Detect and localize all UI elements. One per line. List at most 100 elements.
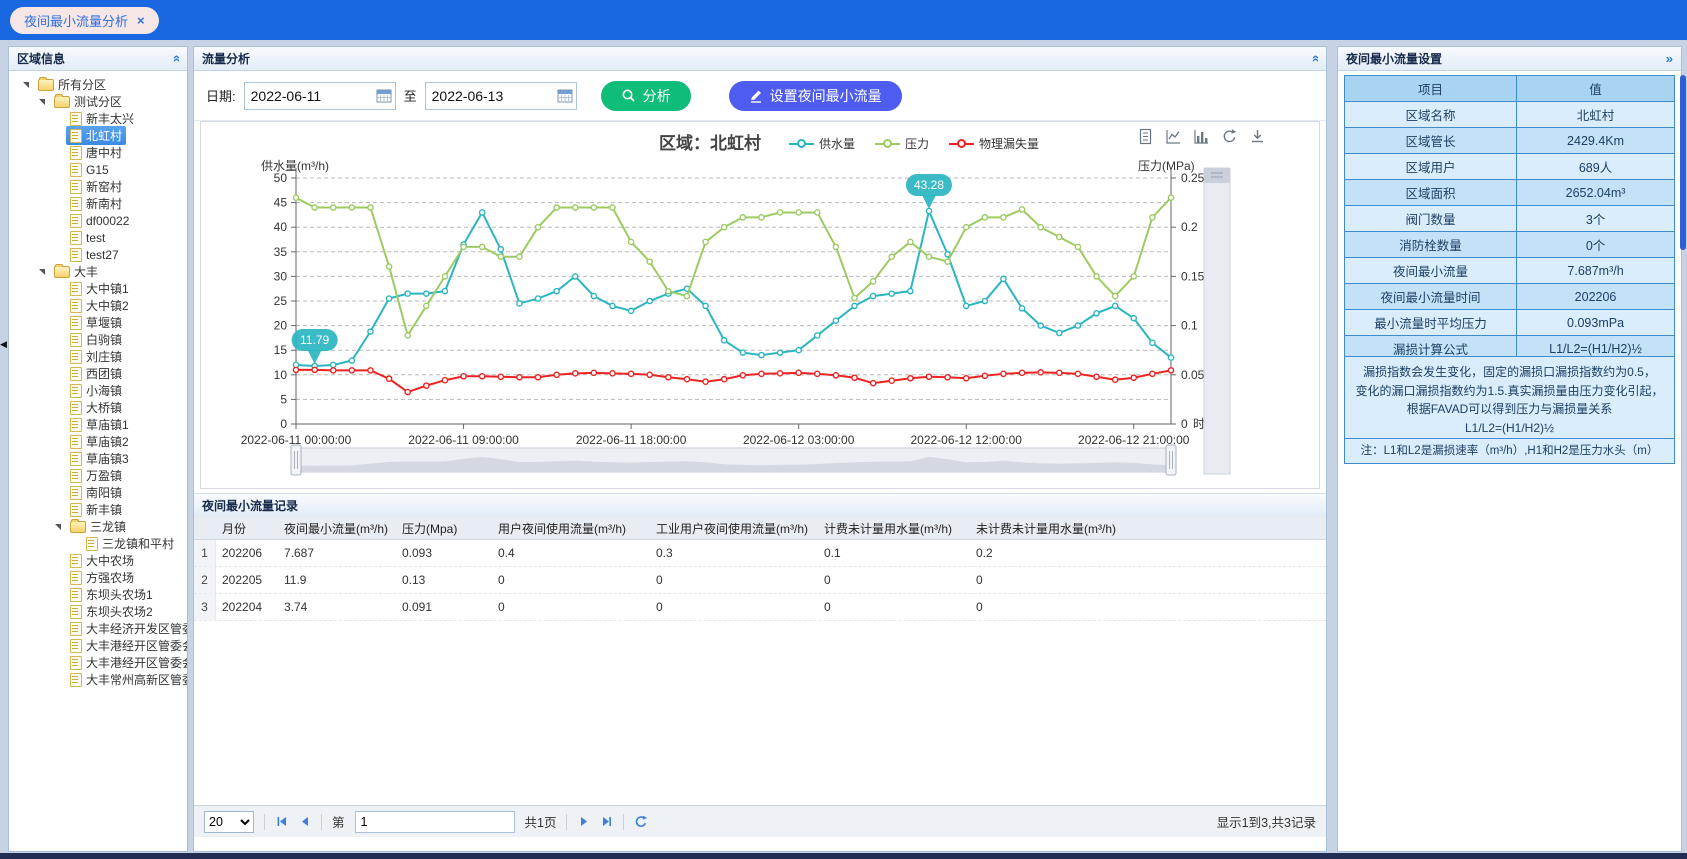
file-icon bbox=[70, 673, 82, 687]
flow-chart[interactable]: 区域：北虹村 供水量 压力 物理漏失量 bbox=[200, 121, 1320, 489]
file-icon bbox=[70, 656, 82, 670]
datazoom-handle[interactable] bbox=[291, 445, 301, 475]
column-header[interactable]: 工业用户夜间使用流量(m³/h) bbox=[650, 520, 818, 537]
settings-panel-header: 夜间最小流量设置 » bbox=[1338, 47, 1681, 71]
tree-item[interactable]: 新丰镇 bbox=[9, 501, 187, 518]
analyze-button[interactable]: 分析 bbox=[601, 81, 691, 111]
column-header[interactable]: 用户夜间使用流量(m³/h) bbox=[492, 520, 650, 537]
tree-item[interactable]: df00022 bbox=[9, 212, 187, 229]
tree-item[interactable]: 测试分区 bbox=[9, 93, 187, 110]
legend-item[interactable]: 供水量 bbox=[789, 135, 855, 152]
legend-item[interactable]: 物理漏失量 bbox=[949, 135, 1039, 152]
line-chart-icon[interactable] bbox=[1165, 128, 1182, 145]
date-from-wrap bbox=[244, 82, 396, 110]
tree-item[interactable]: 唐中村 bbox=[9, 144, 187, 161]
tree-item[interactable]: 小海镇 bbox=[9, 382, 187, 399]
vertical-zoom-thumb[interactable] bbox=[1204, 168, 1230, 183]
tree-item[interactable]: 东坝头农场1 bbox=[9, 586, 187, 603]
tree-item[interactable]: 所有分区 bbox=[9, 76, 187, 93]
column-header[interactable]: 未计费未计量用水量(m³/h) bbox=[970, 520, 1140, 537]
tree-item[interactable]: 刘庄镇 bbox=[9, 348, 187, 365]
expand-arrow-icon[interactable] bbox=[39, 269, 50, 275]
tree-item[interactable]: 北虹村 bbox=[9, 127, 187, 144]
refresh-icon[interactable] bbox=[634, 815, 648, 829]
file-icon bbox=[70, 316, 82, 330]
column-header[interactable]: 月份 bbox=[216, 520, 278, 537]
chart-canvas[interactable]: 0510152025303540455000.050.10.150.20.252… bbox=[201, 156, 1319, 486]
data-view-icon[interactable] bbox=[1137, 128, 1154, 145]
column-header[interactable]: 压力(Mpa) bbox=[396, 520, 492, 537]
legend-item[interactable]: 压力 bbox=[875, 135, 929, 152]
column-header[interactable]: 计费未计量用水量(m³/h) bbox=[818, 520, 970, 537]
tree-item[interactable]: 东坝头农场2 bbox=[9, 603, 187, 620]
vertical-zoom-track[interactable] bbox=[1204, 168, 1230, 474]
expand-arrow-icon[interactable] bbox=[55, 524, 66, 530]
tree-item[interactable]: 草庙镇2 bbox=[9, 433, 187, 450]
tree-item[interactable]: 新南村 bbox=[9, 195, 187, 212]
table-row[interactable]: 3 2022043.740.0910000 bbox=[194, 594, 1326, 621]
expand-arrow-icon[interactable] bbox=[23, 82, 34, 88]
tree-item[interactable]: 大丰经济开发区管委会 bbox=[9, 620, 187, 637]
tree-item[interactable]: 大中镇1 bbox=[9, 280, 187, 297]
tree-item[interactable]: 南阳镇 bbox=[9, 484, 187, 501]
tree-item[interactable]: G15 bbox=[9, 161, 187, 178]
set-night-min-flow-button[interactable]: 设置夜间最小流量 bbox=[729, 81, 902, 111]
calendar-icon[interactable] bbox=[557, 88, 573, 103]
date-from-input[interactable] bbox=[245, 88, 375, 104]
tree-item[interactable]: test bbox=[9, 229, 187, 246]
tree-item[interactable]: 草庙镇3 bbox=[9, 450, 187, 467]
prev-page-button[interactable] bbox=[298, 815, 311, 828]
collapse-up-icon[interactable]: » bbox=[1307, 55, 1322, 62]
calendar-icon[interactable] bbox=[376, 88, 392, 103]
file-icon bbox=[70, 418, 82, 432]
tree-item[interactable]: 大桥镇 bbox=[9, 399, 187, 416]
tree-item[interactable]: 草庙镇1 bbox=[9, 416, 187, 433]
tree-item[interactable]: 大丰港经开区管委会1 bbox=[9, 637, 187, 654]
column-header[interactable]: 夜间最小流量(m³/h) bbox=[278, 520, 396, 537]
note-line: L1/L2=(H1/H2)½ bbox=[1348, 419, 1671, 438]
datazoom-handle[interactable] bbox=[1166, 445, 1176, 475]
flow-analysis-title: 流量分析 bbox=[202, 50, 250, 67]
download-icon[interactable] bbox=[1249, 128, 1266, 145]
records-table: 月份夜间最小流量(m³/h)压力(Mpa)用户夜间使用流量(m³/h)工业用户夜… bbox=[194, 517, 1326, 621]
table-row[interactable]: 2 20220511.90.130000 bbox=[194, 567, 1326, 594]
first-page-button[interactable] bbox=[275, 815, 288, 828]
cell: 0.093 bbox=[396, 546, 492, 560]
date-to-input[interactable] bbox=[426, 88, 556, 104]
collapse-right-icon[interactable]: » bbox=[1666, 51, 1673, 66]
next-page-button[interactable] bbox=[577, 815, 590, 828]
tree-item[interactable]: 大中农场 bbox=[9, 552, 187, 569]
tree-item[interactable]: 新丰太兴 bbox=[9, 110, 187, 127]
tree-item[interactable]: 新窑村 bbox=[9, 178, 187, 195]
scrollbar-thumb[interactable] bbox=[1680, 75, 1686, 250]
file-icon bbox=[70, 146, 82, 160]
cell: 消防栓数量 bbox=[1345, 232, 1517, 257]
tree-item[interactable]: test27 bbox=[9, 246, 187, 263]
tree-item[interactable]: 三龙镇和平村 bbox=[9, 535, 187, 552]
tab-night-min-flow[interactable]: 夜间最小流量分析 × bbox=[10, 7, 159, 34]
settings-table: 项目 值 区域名称北虹村 区域管长2429.4Km 区域用户689人 区域面积2… bbox=[1344, 75, 1675, 362]
tree-item[interactable]: 西团镇 bbox=[9, 365, 187, 382]
page-number-input[interactable] bbox=[355, 811, 515, 833]
expand-arrow-icon[interactable] bbox=[39, 99, 50, 105]
svg-text:0.25: 0.25 bbox=[1181, 171, 1205, 185]
table-row[interactable]: 1 2022067.6870.0930.40.30.10.2 bbox=[194, 540, 1326, 567]
tree-item[interactable]: 大中镇2 bbox=[9, 297, 187, 314]
bar-chart-icon[interactable] bbox=[1193, 128, 1210, 145]
page-size-select[interactable]: 20 bbox=[204, 811, 254, 833]
legend-marker-icon bbox=[949, 143, 974, 145]
last-page-button[interactable] bbox=[600, 815, 613, 828]
file-icon bbox=[70, 299, 82, 313]
tree-item[interactable]: 草堰镇 bbox=[9, 314, 187, 331]
tree-item[interactable]: 万盈镇 bbox=[9, 467, 187, 484]
close-icon[interactable]: × bbox=[137, 13, 145, 28]
tree-item[interactable]: 三龙镇 bbox=[9, 518, 187, 535]
tree-item[interactable]: 大丰 bbox=[9, 263, 187, 280]
tree-item[interactable]: 大丰常州高新区管委会 bbox=[9, 671, 187, 688]
tree-item[interactable]: 白驹镇 bbox=[9, 331, 187, 348]
tree-item-label: 新丰镇 bbox=[86, 501, 122, 518]
tree-item[interactable]: 大丰港经开区管委会2 bbox=[9, 654, 187, 671]
tree-item[interactable]: 方强农场 bbox=[9, 569, 187, 586]
restore-icon[interactable] bbox=[1221, 128, 1238, 145]
collapse-up-icon[interactable]: » bbox=[168, 55, 183, 62]
